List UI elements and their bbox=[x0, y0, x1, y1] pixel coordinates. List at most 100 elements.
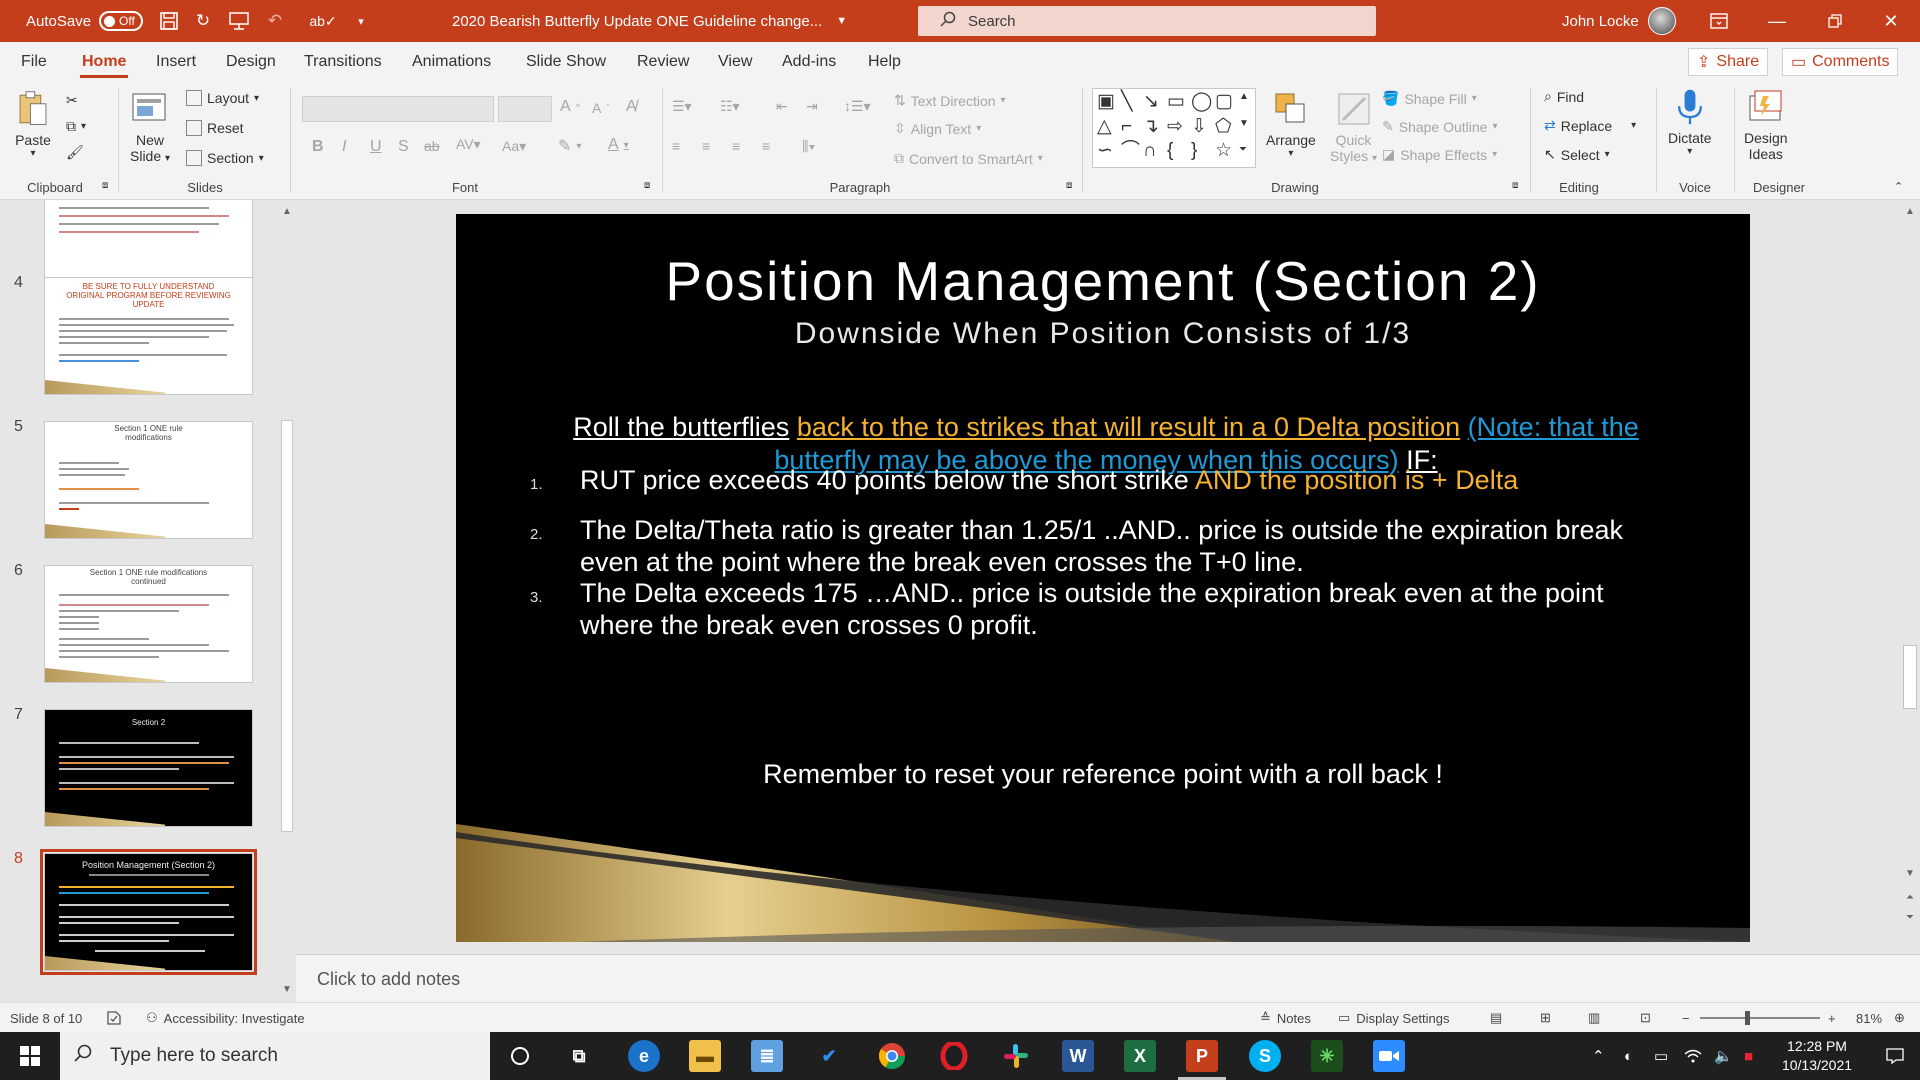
tab-help[interactable]: Help bbox=[868, 42, 901, 82]
undo-icon[interactable]: ↶ bbox=[264, 0, 286, 42]
text-direction-button[interactable]: ⇅ Text Direction ▾ bbox=[894, 92, 1006, 109]
justify-icon[interactable]: ≡ bbox=[762, 138, 770, 154]
collapse-ribbon-icon[interactable]: ⌃ bbox=[1894, 180, 1903, 193]
slide-thumbnail-3[interactable] bbox=[44, 200, 253, 284]
search-input[interactable]: Search bbox=[918, 6, 1376, 36]
paste-button[interactable]: Paste ▾ bbox=[14, 90, 52, 159]
find-button[interactable]: ⌕ Find bbox=[1544, 88, 1584, 105]
slide-item-3[interactable]: The Delta exceeds 175 …AND.. price is ou… bbox=[580, 577, 1680, 641]
tab-file[interactable]: File bbox=[21, 42, 47, 82]
shapes-gallery[interactable]: ▣ ╲ ↘ ▭ ◯ ▢ △ ⌐ ↴ ⇨ ⇩ ⬠ ∽ ⌒ ∩ { } ☆ ▲ ▼ … bbox=[1092, 88, 1256, 168]
strikethrough-icon[interactable]: ab bbox=[424, 138, 440, 154]
slide-thumbnail-7[interactable]: Section 2 bbox=[44, 709, 253, 827]
opera-icon[interactable] bbox=[938, 1040, 970, 1072]
editor-scrollbar[interactable]: ▲ ▼ ⏶ ⏷ bbox=[1900, 200, 1920, 954]
drawing-launcher-icon[interactable]: ⧈ bbox=[1512, 180, 1518, 191]
zoom-in-icon[interactable]: + bbox=[1828, 1003, 1836, 1033]
line-shape-icon[interactable]: ╲ bbox=[1121, 92, 1132, 111]
gallery-down-icon[interactable]: ▼ bbox=[1239, 119, 1249, 129]
right-arrow-shape-icon[interactable]: ⇨ bbox=[1167, 117, 1183, 136]
design-ideas-button[interactable]: Design Ideas bbox=[1744, 88, 1788, 162]
callout-shape-icon[interactable]: ⬠ bbox=[1215, 117, 1232, 136]
shadow-icon[interactable]: S bbox=[398, 138, 409, 156]
slide-title[interactable]: Position Management (Section 2) bbox=[456, 249, 1750, 313]
oval-shape-icon[interactable]: ◯ bbox=[1191, 92, 1212, 111]
thumbnails-scrollbar[interactable]: ▲ ▼ bbox=[278, 200, 296, 1002]
slideshow-view-icon[interactable]: ⊡ bbox=[1640, 1003, 1651, 1033]
font-launcher-icon[interactable]: ⧈ bbox=[644, 180, 650, 191]
save-icon[interactable] bbox=[158, 0, 180, 42]
zoom-app-icon[interactable] bbox=[1373, 1040, 1405, 1072]
slide-item-1[interactable]: RUT price exceeds 40 points below the sh… bbox=[580, 464, 1680, 496]
next-slide-icon[interactable]: ⏷ bbox=[1903, 912, 1917, 923]
excel-icon[interactable]: X bbox=[1124, 1040, 1156, 1072]
reading-view-icon[interactable]: ▥ bbox=[1588, 1003, 1600, 1033]
thumbnails-scroll-thumb[interactable] bbox=[281, 420, 293, 832]
slide-subtitle[interactable]: Downside When Position Consists of 1/3 bbox=[456, 317, 1750, 351]
freeform-shape-icon[interactable]: ∩ bbox=[1143, 141, 1157, 160]
decrease-indent-icon[interactable]: ⇤ bbox=[776, 98, 788, 115]
fit-to-window-icon[interactable]: ⊕ bbox=[1894, 1003, 1905, 1033]
underline-icon[interactable]: U bbox=[370, 138, 382, 156]
present-icon[interactable] bbox=[228, 0, 250, 42]
section-button[interactable]: Section ▾ bbox=[186, 150, 264, 166]
elbow-shape-icon[interactable]: ⌐ bbox=[1121, 117, 1132, 136]
brace-shape-icon[interactable]: { bbox=[1167, 141, 1173, 160]
align-center-icon[interactable]: ≡ bbox=[702, 138, 710, 154]
slack-icon[interactable] bbox=[1000, 1040, 1032, 1072]
font-name-select[interactable] bbox=[302, 96, 494, 122]
document-title[interactable]: 2020 Bearish Butterfly Update ONE Guidel… bbox=[452, 0, 847, 42]
clipboard-launcher-icon[interactable]: ⧈ bbox=[102, 180, 108, 191]
tab-review[interactable]: Review bbox=[637, 42, 689, 82]
scroll-down-icon[interactable]: ▼ bbox=[280, 984, 294, 995]
tab-design[interactable]: Design bbox=[226, 42, 276, 82]
shape-effects-button[interactable]: ◪ Shape Effects ▾ bbox=[1382, 146, 1497, 163]
shape-fill-button[interactable]: 🪣 Shape Fill ▾ bbox=[1382, 90, 1477, 107]
character-spacing-icon[interactable]: AV▾ bbox=[456, 136, 481, 153]
line-spacing-icon[interactable]: ↕☰▾ bbox=[844, 98, 871, 115]
editor-scroll-thumb[interactable] bbox=[1903, 645, 1917, 709]
editor-scroll-up-icon[interactable]: ▲ bbox=[1903, 206, 1917, 217]
arc-shape-icon[interactable]: ⌒ bbox=[1121, 141, 1140, 160]
slide-item-2[interactable]: The Delta/Theta ratio is greater than 1.… bbox=[580, 514, 1680, 578]
columns-icon[interactable]: ⫼▾ bbox=[802, 138, 815, 155]
editor-scroll-down-icon[interactable]: ▼ bbox=[1903, 868, 1917, 879]
edge-icon[interactable]: e bbox=[628, 1040, 660, 1072]
redo-icon[interactable]: ↻ bbox=[192, 0, 214, 42]
rounded-rect-shape-icon[interactable]: ▢ bbox=[1215, 92, 1233, 111]
tab-insert[interactable]: Insert bbox=[156, 42, 196, 82]
network-status-icon[interactable]: ◐ bbox=[1624, 1032, 1633, 1080]
zoom-out-icon[interactable]: − bbox=[1682, 1003, 1690, 1033]
autosave-switch[interactable]: Off bbox=[99, 11, 144, 31]
arrow-shape-icon[interactable]: ↘ bbox=[1143, 92, 1159, 111]
restore-icon[interactable] bbox=[1806, 0, 1864, 42]
select-button[interactable]: ↖ Select ▾ bbox=[1544, 146, 1610, 163]
file-explorer-icon[interactable]: ▬ bbox=[689, 1040, 721, 1072]
cut-icon[interactable]: ✂ bbox=[66, 92, 78, 109]
share-button[interactable]: ⇪ Share bbox=[1688, 48, 1769, 76]
accessibility-status[interactable]: ⚇ Accessibility: Investigate bbox=[146, 1003, 305, 1033]
zoom-level[interactable]: 81% bbox=[1856, 1003, 1882, 1033]
scroll-up-icon[interactable]: ▲ bbox=[280, 206, 294, 217]
wifi-icon[interactable] bbox=[1684, 1032, 1702, 1080]
display-settings-button[interactable]: ▭ Display Settings bbox=[1338, 1003, 1450, 1033]
right-brace-shape-icon[interactable]: } bbox=[1191, 141, 1197, 160]
zoom-slider[interactable] bbox=[1700, 1017, 1820, 1019]
app-icon[interactable]: ✳ bbox=[1311, 1040, 1343, 1072]
slide-thumbnail-5[interactable]: Section 1 ONE rule modifications bbox=[44, 421, 253, 539]
task-view-icon[interactable]: ⧉ bbox=[563, 1040, 595, 1072]
star-shape-icon[interactable]: ☆ bbox=[1215, 141, 1232, 160]
highlight-icon[interactable]: ✎ ▾ bbox=[558, 136, 581, 156]
font-size-select[interactable] bbox=[498, 96, 552, 122]
ribbon-display-icon[interactable] bbox=[1690, 0, 1748, 42]
align-left-icon[interactable]: ≡ bbox=[672, 138, 680, 154]
minimize-icon[interactable]: — bbox=[1748, 0, 1806, 42]
slide-thumbnail-8[interactable]: Position Management (Section 2) bbox=[40, 849, 257, 975]
battery-icon[interactable]: ▭ bbox=[1654, 1032, 1668, 1080]
comments-button[interactable]: ▭ Comments bbox=[1782, 48, 1899, 76]
avatar[interactable] bbox=[1648, 7, 1676, 35]
increase-indent-icon[interactable]: ⇥ bbox=[806, 98, 818, 115]
tab-view[interactable]: View bbox=[718, 42, 752, 82]
numbering-icon[interactable]: ☷▾ bbox=[720, 98, 740, 115]
chrome-icon[interactable] bbox=[876, 1040, 908, 1072]
